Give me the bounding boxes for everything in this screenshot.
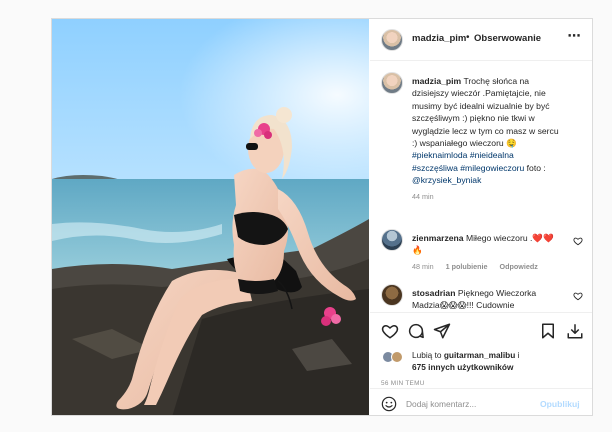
comments-section: madzia_pim Trochę słońca na dzisiejszy w… bbox=[370, 62, 592, 312]
likes-suffix: i bbox=[517, 350, 520, 360]
liker-avatar[interactable] bbox=[391, 351, 403, 363]
post-card: madzia_pim • Obserwowanie ⋯ madzia_pim T… bbox=[51, 18, 593, 416]
likes-others-link[interactable]: 675 innych użytkowników bbox=[412, 362, 513, 372]
caption-text: Trochę słońca na dzisiejszy wieczór .Pam… bbox=[412, 76, 559, 149]
author-avatar[interactable] bbox=[381, 29, 403, 51]
caption-body: madzia_pim Trochę słońca na dzisiejszy w… bbox=[412, 75, 564, 203]
hashtag-link[interactable]: #nieidealna bbox=[470, 150, 514, 160]
comment-input[interactable] bbox=[406, 395, 532, 412]
comment-body: stosadrian Pięknego Wieczorka Madzia😱😱😱!… bbox=[412, 287, 564, 312]
caption-time: 44 min bbox=[412, 191, 434, 201]
photo-credit-label: foto : bbox=[526, 162, 546, 173]
likes-summary: Lubią to guitarman_malibu i 675 innych u… bbox=[370, 349, 592, 375]
more-icon[interactable]: ⋯ bbox=[564, 28, 584, 48]
beach-photo-illustration bbox=[52, 19, 369, 415]
hashtag-link[interactable]: #szczęśliwa bbox=[412, 163, 458, 173]
add-comment-bar: Opublikuj bbox=[370, 388, 592, 415]
bookmark-icon[interactable] bbox=[539, 322, 557, 340]
emoji-icon[interactable] bbox=[381, 396, 397, 412]
hashtag-link[interactable]: #milegowieczoru bbox=[460, 163, 524, 173]
post-side-panel: madzia_pim • Obserwowanie ⋯ madzia_pim T… bbox=[370, 19, 592, 415]
comment-username[interactable]: zienmarzena bbox=[412, 233, 464, 243]
commenter-avatar[interactable] bbox=[381, 229, 403, 251]
author-username[interactable]: madzia_pim bbox=[412, 33, 466, 44]
post-photo[interactable] bbox=[52, 19, 369, 415]
hashtag-link[interactable]: #pieknaimloda bbox=[412, 150, 467, 160]
publish-button[interactable]: Opublikuj bbox=[540, 399, 580, 409]
comment-username[interactable]: stosadrian bbox=[412, 288, 455, 298]
comment-body: zienmarzena Miłego wieczoru .❤️❤️🔥 48 mi… bbox=[412, 232, 564, 273]
share-icon[interactable] bbox=[433, 322, 451, 340]
likes-text: Lubią to guitarman_malibu i 675 innych u… bbox=[412, 350, 588, 373]
reply-button[interactable]: Odpowiedz bbox=[500, 262, 538, 271]
post-timestamp[interactable]: 56 MIN TEMU bbox=[381, 380, 425, 387]
caption-author-avatar[interactable] bbox=[381, 72, 403, 94]
heart-icon[interactable] bbox=[573, 236, 583, 246]
photo-credit-link[interactable]: @krzysiek_byniak bbox=[412, 175, 481, 185]
heart-icon[interactable] bbox=[573, 291, 583, 301]
separator-dot: • bbox=[466, 32, 470, 43]
action-bar bbox=[370, 312, 592, 348]
heart-icon[interactable] bbox=[381, 322, 399, 340]
caption-username[interactable]: madzia_pim bbox=[412, 76, 461, 86]
download-icon[interactable] bbox=[566, 322, 584, 340]
liker-username[interactable]: guitarman_malibu bbox=[444, 350, 515, 360]
commenter-avatar[interactable] bbox=[381, 284, 403, 306]
comment-likes-count[interactable]: 1 polubienie bbox=[446, 262, 488, 271]
follow-button[interactable]: Obserwowanie bbox=[474, 33, 541, 44]
comment-meta: 48 min 1 polubienie Odpowiedz bbox=[412, 261, 564, 273]
comment-icon[interactable] bbox=[407, 322, 425, 340]
comment-time: 48 min bbox=[412, 261, 434, 271]
caption-meta: 44 min bbox=[412, 191, 564, 203]
likes-prefix: Lubią to bbox=[412, 350, 442, 360]
post-header: madzia_pim • Obserwowanie ⋯ bbox=[370, 19, 592, 61]
